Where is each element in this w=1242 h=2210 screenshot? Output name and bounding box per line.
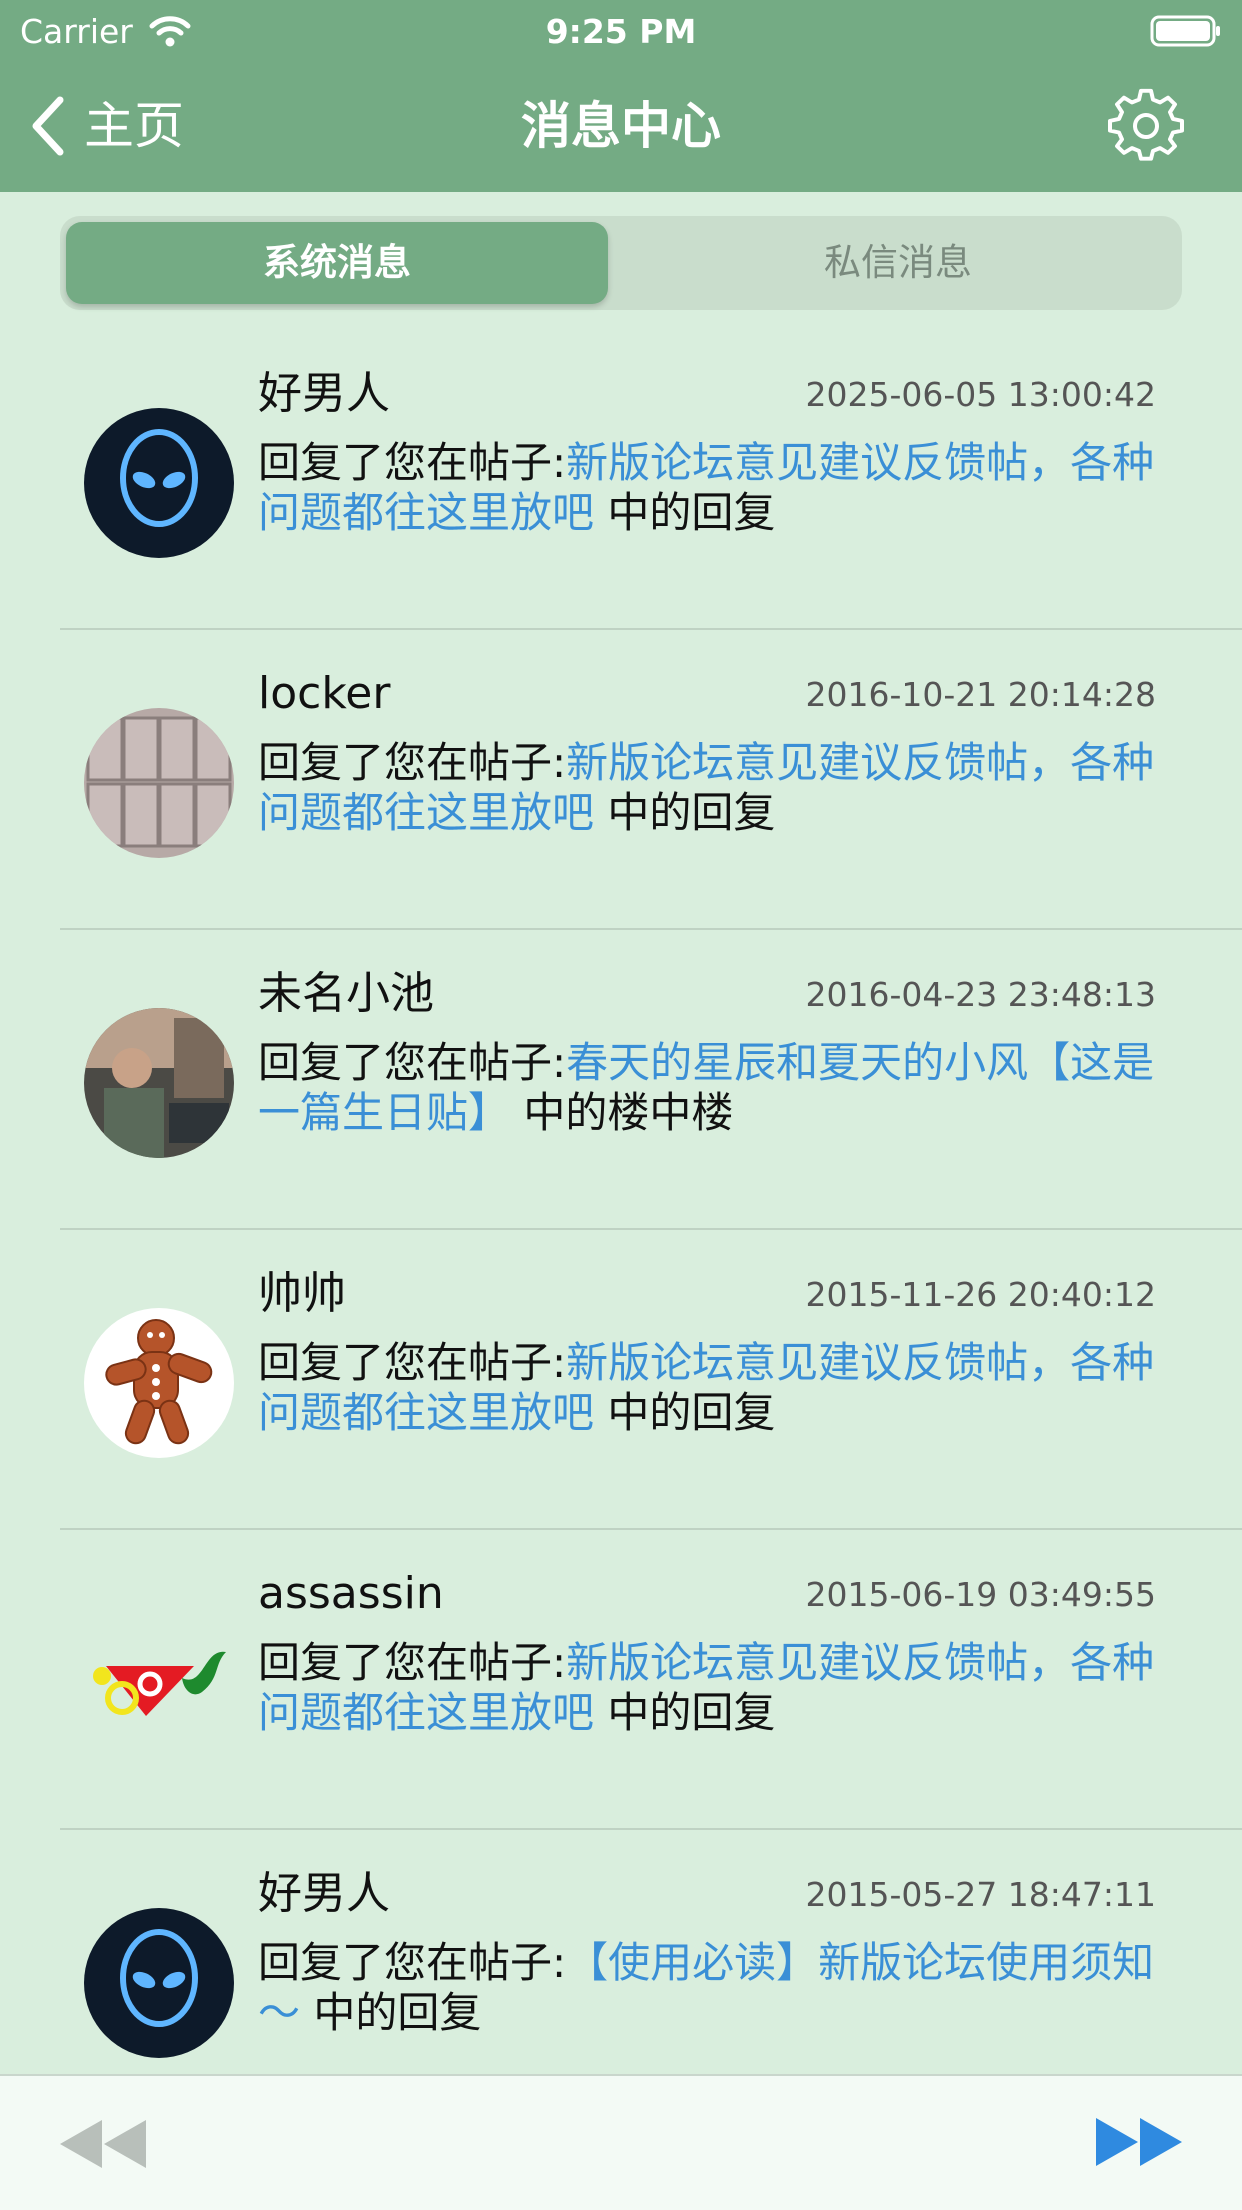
- message-row[interactable]: locker 2016-10-21 20:14:28 回复了您在帖子:新版论坛意…: [0, 630, 1242, 930]
- message-prefix: 回复了您在帖子:: [258, 738, 567, 787]
- message-prefix: 回复了您在帖子:: [258, 1638, 567, 1687]
- message-suffix: 中的回复: [594, 1388, 776, 1437]
- status-time: 9:25 PM: [545, 12, 697, 51]
- username: assassin: [258, 1568, 444, 1619]
- username: 帅帅: [258, 1268, 346, 1319]
- rewind-icon[interactable]: [58, 2118, 148, 2170]
- avatar-logo[interactable]: [84, 1608, 234, 1758]
- message-prefix: 回复了您在帖子:: [258, 1338, 567, 1387]
- message-text: 回复了您在帖子:新版论坛意见建议反馈帖，各种问题都往这里放吧 中的回复: [258, 1338, 1158, 1438]
- message-prefix: 回复了您在帖子:: [258, 438, 567, 487]
- message-text: 回复了您在帖子:春天的星辰和夏天的小风【这是一篇生日贴】 中的楼中楼: [258, 1038, 1158, 1138]
- message-text: 回复了您在帖子:【使用必读】新版论坛使用须知～ 中的回复: [258, 1938, 1158, 2038]
- message-prefix: 回复了您在帖子:: [258, 1038, 567, 1087]
- page-title: 消息中心: [521, 97, 721, 155]
- message-type-segmented-control: 系统消息 私信消息: [60, 216, 1182, 310]
- avatar-gingerbread[interactable]: [84, 1308, 234, 1458]
- timestamp: 2015-05-27 18:47:11: [805, 1875, 1156, 1914]
- message-suffix: 中的回复: [594, 488, 776, 537]
- fast-forward-icon[interactable]: [1094, 2116, 1184, 2168]
- message-suffix: 中的楼中楼: [510, 1088, 734, 1137]
- message-text: 回复了您在帖子:新版论坛意见建议反馈帖，各种问题都往这里放吧 中的回复: [258, 1638, 1158, 1738]
- timestamp: 2016-04-23 23:48:13: [805, 975, 1156, 1014]
- avatar-lockers[interactable]: [84, 708, 234, 858]
- battery-icon: [1150, 15, 1220, 47]
- timestamp: 2015-06-19 03:49:55: [805, 1575, 1156, 1614]
- tab-private-messages[interactable]: 私信消息: [620, 222, 1176, 304]
- message-suffix: 中的回复: [300, 1988, 482, 2037]
- avatar-alienware[interactable]: [84, 408, 234, 558]
- message-row[interactable]: 好男人 2025-06-05 13:00:42 回复了您在帖子:新版论坛意见建议…: [0, 330, 1242, 630]
- message-list: 好男人 2025-06-05 13:00:42 回复了您在帖子:新版论坛意见建议…: [0, 330, 1242, 2130]
- avatar-alienware[interactable]: [84, 1908, 234, 2058]
- message-suffix: 中的回复: [594, 788, 776, 837]
- avatar-street-photo[interactable]: [84, 1008, 234, 1158]
- timestamp: 2025-06-05 13:00:42: [805, 375, 1156, 414]
- username: 好男人: [258, 1868, 390, 1919]
- message-suffix: 中的回复: [594, 1688, 776, 1737]
- tab-system-messages[interactable]: 系统消息: [66, 222, 608, 304]
- timestamp: 2015-11-26 20:40:12: [805, 1275, 1156, 1314]
- message-text: 回复了您在帖子:新版论坛意见建议反馈帖，各种问题都往这里放吧 中的回复: [258, 438, 1158, 538]
- message-row[interactable]: 未名小池 2016-04-23 23:48:13 回复了您在帖子:春天的星辰和夏…: [0, 930, 1242, 1230]
- message-prefix: 回复了您在帖子:: [258, 1938, 567, 1987]
- username: 好男人: [258, 368, 390, 419]
- timestamp: 2016-10-21 20:14:28: [805, 675, 1156, 714]
- message-text: 回复了您在帖子:新版论坛意见建议反馈帖，各种问题都往这里放吧 中的回复: [258, 738, 1158, 838]
- username: locker: [258, 668, 391, 719]
- pagination-toolbar: [0, 2074, 1242, 2210]
- message-row[interactable]: 帅帅 2015-11-26 20:40:12 回复了您在帖子:新版论坛意见建议反…: [0, 1230, 1242, 1530]
- message-row[interactable]: assassin 2015-06-19 03:49:55 回复了您在帖子:新版论…: [0, 1530, 1242, 1830]
- navigation-bar: Carrier 9:25 PM 主页 消息中心: [0, 0, 1242, 192]
- gear-icon[interactable]: [1108, 88, 1184, 164]
- username: 未名小池: [258, 968, 434, 1019]
